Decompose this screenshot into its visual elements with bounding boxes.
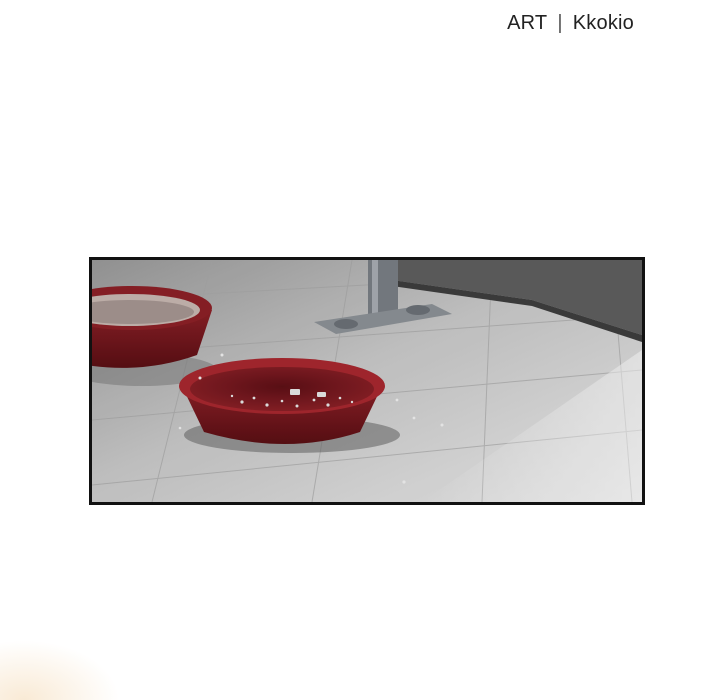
- credit-artist: Kkokio: [572, 12, 634, 34]
- artist-credit: ART | Kkokio: [507, 12, 634, 35]
- credit-separator: |: [557, 12, 563, 34]
- panel-illustration: [92, 260, 642, 502]
- credit-role: ART: [507, 12, 548, 34]
- comic-panel: [89, 257, 645, 505]
- corner-glow: [0, 640, 120, 700]
